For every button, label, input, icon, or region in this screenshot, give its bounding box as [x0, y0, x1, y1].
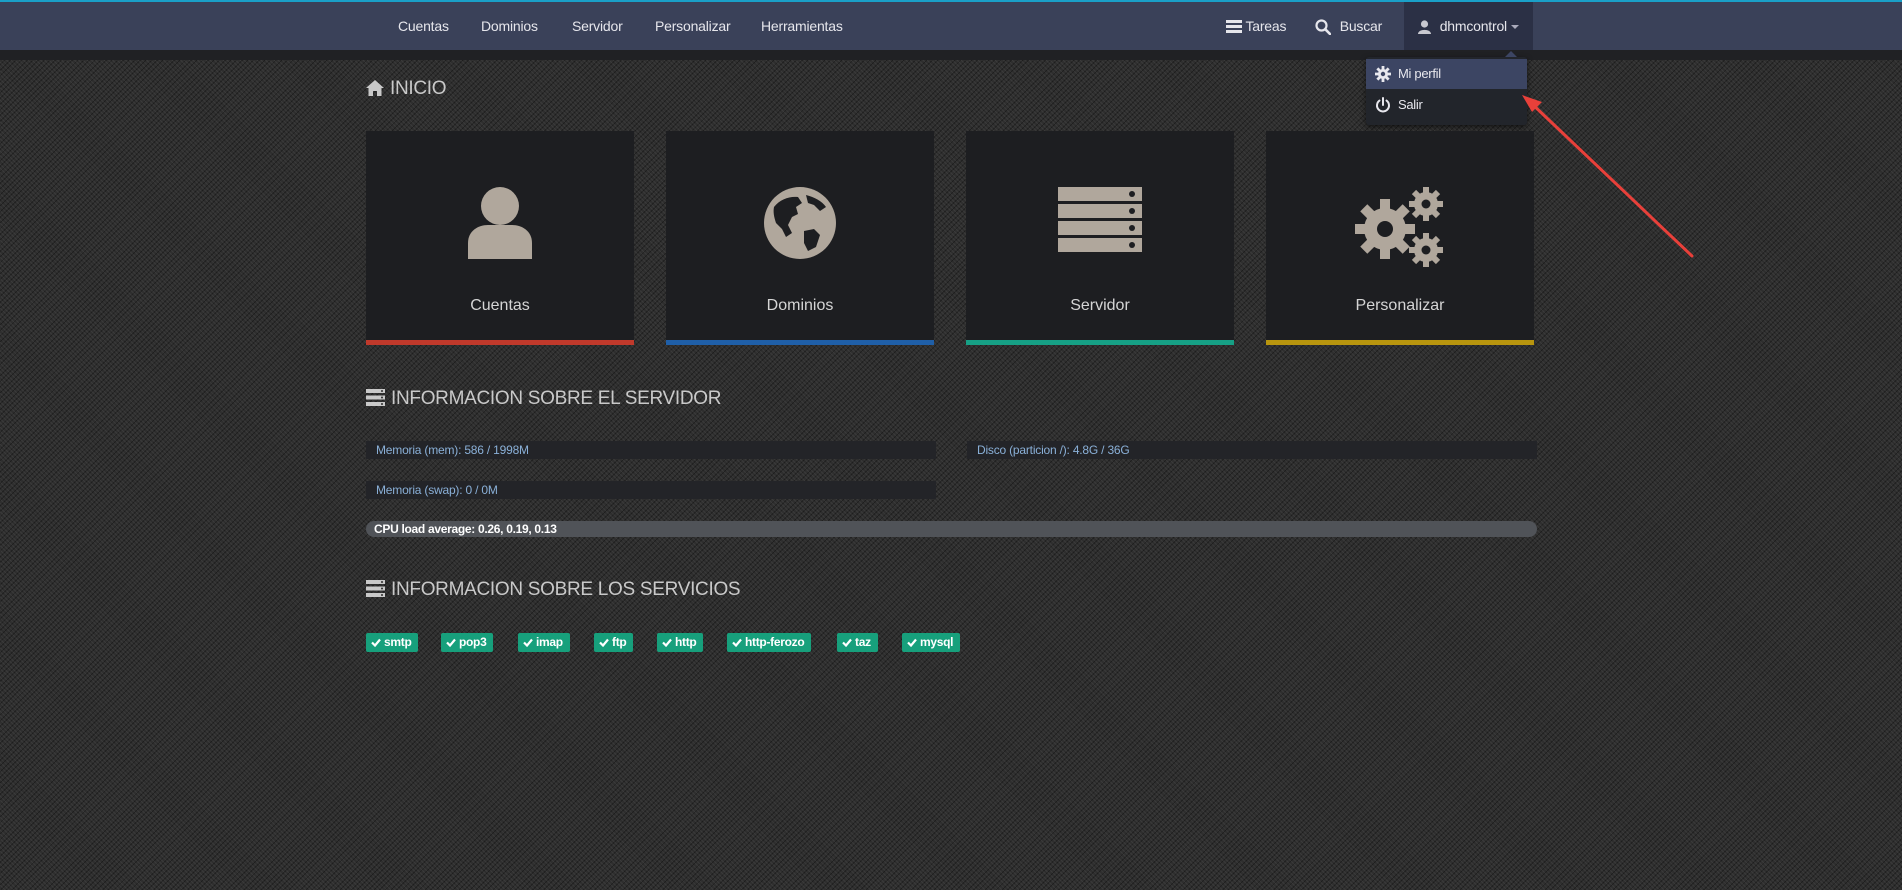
service-name: imap — [536, 635, 563, 649]
search-label: Buscar — [1339, 18, 1383, 34]
nav-servidor[interactable]: Servidor — [572, 2, 623, 50]
check-icon — [599, 638, 609, 648]
globe-icon — [764, 187, 836, 259]
service-badge-ftp: ftp — [594, 633, 634, 652]
nav-herramientas[interactable]: Herramientas — [761, 2, 843, 50]
dropdown-label-mi-perfil: Mi perfil — [1398, 66, 1441, 81]
nav-buscar[interactable]: Buscar — [1315, 2, 1382, 50]
home-icon — [366, 80, 384, 96]
top-navbar: Cuentas Dominios Servidor Personalizar H… — [0, 2, 1902, 60]
services-info-title-text: INFORMACION SOBRE LOS SERVICIOS — [391, 579, 741, 600]
tile-dominios-label: Dominios — [766, 297, 834, 314]
dropdown-label-salir: Salir — [1398, 97, 1423, 112]
service-name: ftp — [612, 635, 627, 649]
tile-cuentas[interactable]: Cuentas — [366, 131, 634, 345]
tile-servidor-label: Servidor — [1070, 297, 1130, 314]
user-dropdown-menu: Mi perfil Salir — [1366, 51, 1527, 125]
tile-cuentas-label: Cuentas — [470, 297, 530, 314]
check-icon — [907, 638, 917, 648]
server-list-icon — [366, 389, 385, 406]
dropdown-item-mi-perfil[interactable]: Mi perfil — [1366, 59, 1527, 89]
service-name: http — [675, 635, 697, 649]
tile-dominios[interactable]: Dominios — [666, 131, 934, 345]
service-badge-http: http — [657, 633, 704, 652]
tile-personalizar-label: Personalizar — [1355, 297, 1445, 314]
user-icon — [468, 187, 532, 259]
service-badge-taz: taz — [837, 633, 878, 652]
service-name: smtp — [384, 635, 412, 649]
service-name: pop3 — [459, 635, 487, 649]
swap-info: Memoria (swap): 0 / 0M — [366, 481, 936, 499]
service-name: http-ferozo — [745, 635, 805, 649]
service-badge-pop3: pop3 — [441, 633, 494, 652]
check-icon — [523, 638, 533, 648]
user-menu-toggle[interactable]: dhmcontrol — [1404, 2, 1533, 50]
service-badge-imap: imap — [518, 633, 570, 652]
service-name: taz — [855, 635, 871, 649]
nav-cuentas[interactable]: Cuentas — [398, 2, 449, 50]
check-icon — [446, 638, 456, 648]
user-icon — [1418, 20, 1431, 35]
service-badge-smtp: smtp — [366, 633, 419, 652]
service-name: mysql — [920, 635, 954, 649]
search-icon — [1315, 19, 1332, 36]
server-info-title-text: INFORMACION SOBRE EL SERVIDOR — [391, 388, 722, 409]
cpu-load-info: CPU load average: 0.26, 0.19, 0.13 — [366, 521, 1537, 537]
services-info-title: INFORMACION SOBRE LOS SERVICIOS — [366, 579, 741, 601]
chevron-down-icon — [1510, 25, 1519, 30]
dropdown-item-salir[interactable]: Salir — [1366, 90, 1527, 120]
annotation-arrow — [1522, 95, 1694, 258]
user-name: dhmcontrol — [1439, 18, 1507, 34]
disk-info: Disco (particion /): 4.8G / 36G — [967, 441, 1537, 459]
home-title-text: INICIO — [390, 78, 447, 99]
tile-dominios-accent — [666, 340, 934, 345]
service-badge-http-ferozo: http-ferozo — [727, 633, 812, 652]
nav-personalizar[interactable]: Personalizar — [655, 2, 731, 50]
home-title: INICIO — [366, 78, 447, 100]
tile-personalizar[interactable]: Personalizar — [1266, 131, 1534, 345]
gear-icon — [1375, 66, 1391, 82]
power-icon — [1376, 97, 1390, 113]
tile-servidor[interactable]: Servidor — [966, 131, 1234, 345]
check-icon — [662, 638, 672, 648]
nav-dominios[interactable]: Dominios — [481, 2, 538, 50]
server-info-title: INFORMACION SOBRE EL SERVIDOR — [366, 388, 722, 410]
tile-cuentas-accent — [366, 340, 634, 345]
tasks-label: Tareas — [1245, 18, 1287, 34]
service-badge-mysql: mysql — [902, 633, 961, 652]
memory-info: Memoria (mem): 586 / 1998M — [366, 441, 936, 459]
tasks-icon — [1226, 20, 1242, 34]
server-icon — [1058, 187, 1142, 252]
tile-personalizar-accent — [1266, 340, 1534, 345]
gears-icon — [1355, 187, 1443, 267]
tile-servidor-accent — [966, 340, 1234, 345]
nav-tareas[interactable]: Tareas — [1226, 2, 1286, 50]
check-icon — [732, 638, 742, 648]
check-icon — [842, 638, 852, 648]
check-icon — [371, 638, 381, 648]
server-list-icon — [366, 580, 385, 597]
